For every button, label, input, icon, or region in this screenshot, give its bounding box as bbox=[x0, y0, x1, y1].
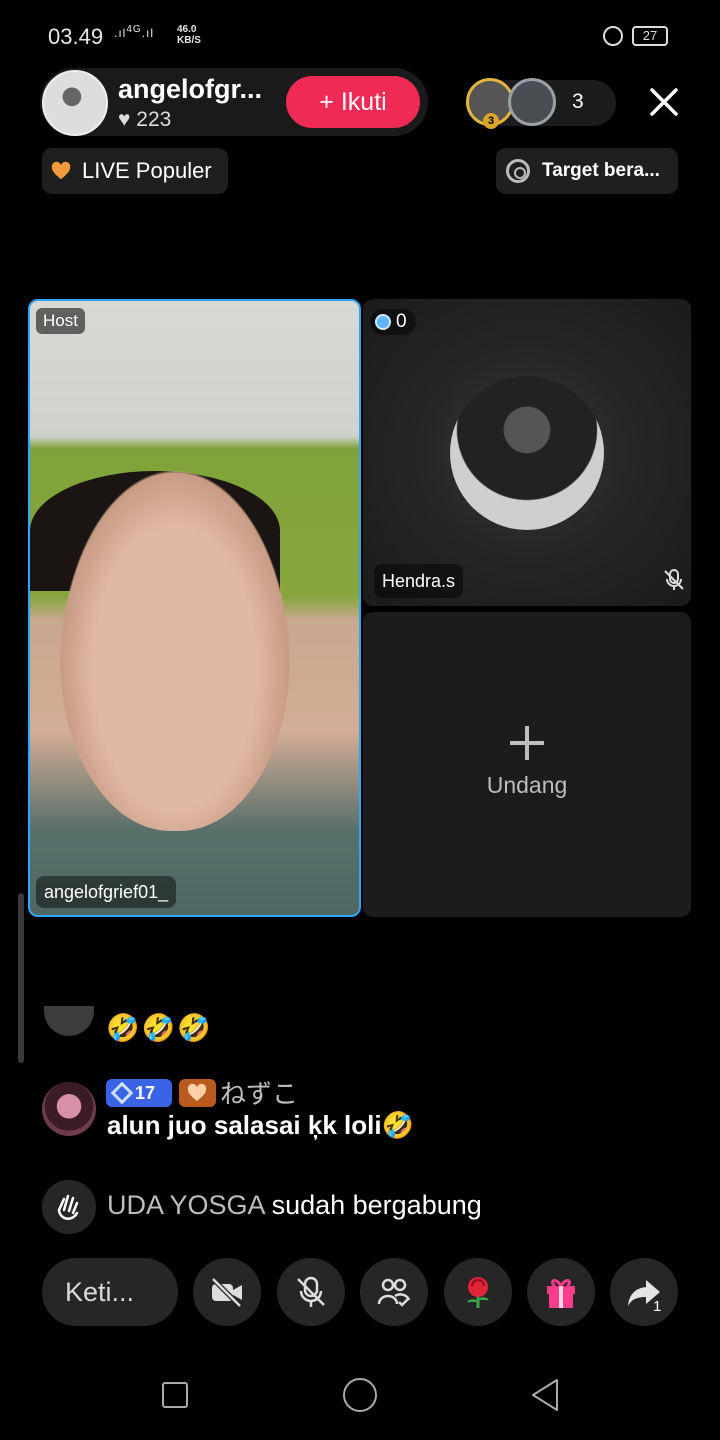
gift-button[interactable] bbox=[527, 1258, 595, 1326]
host-likes: ♥ 223 bbox=[118, 108, 172, 131]
top-viewer-avatar[interactable]: 3 bbox=[466, 78, 514, 129]
gift-icon bbox=[547, 1279, 575, 1308]
rose-gift-button[interactable] bbox=[444, 1258, 512, 1326]
video-off-icon bbox=[211, 1277, 242, 1308]
level-value: 17 bbox=[135, 1083, 156, 1103]
rose-icon bbox=[467, 1277, 489, 1308]
host-name[interactable]: angelofgr... bbox=[118, 74, 262, 105]
target-chip[interactable]: Target bera... bbox=[496, 148, 678, 194]
chat-message-text: alun juo salasai ķk loli🤣 bbox=[107, 1110, 414, 1140]
host-video-face bbox=[60, 471, 290, 831]
coin-icon bbox=[375, 314, 391, 330]
chat-scrollbar[interactable] bbox=[18, 893, 24, 1063]
network-speed: 46.0 KB/S bbox=[177, 24, 201, 46]
mic-off-button[interactable] bbox=[277, 1258, 345, 1326]
battery-icon: 27 bbox=[632, 26, 668, 46]
close-icon[interactable] bbox=[642, 80, 686, 124]
live-popular-label: LIVE Populer bbox=[82, 158, 212, 183]
target-label: Target bera... bbox=[542, 160, 660, 181]
share-count: 1 bbox=[653, 1298, 662, 1315]
previous-chat-emojis: 🤣🤣🤣 bbox=[106, 1013, 213, 1043]
video-off-button[interactable] bbox=[193, 1258, 261, 1326]
guest-coin-count: 0 bbox=[370, 309, 416, 335]
chat-username[interactable]: ねずこ bbox=[220, 1074, 298, 1111]
join-notice: UDA YOSGA sudah bergabung bbox=[107, 1190, 482, 1221]
recent-apps-button[interactable] bbox=[162, 1382, 188, 1408]
guests-button[interactable] bbox=[360, 1258, 428, 1326]
level-badge: 17 bbox=[106, 1079, 172, 1107]
host-tile-name[interactable]: angelofgrief01_ bbox=[36, 876, 177, 908]
viewer-rank-badge: 3 bbox=[483, 113, 499, 129]
guest-avatar[interactable] bbox=[450, 376, 604, 530]
plus-icon bbox=[510, 726, 544, 760]
guests-icon bbox=[377, 1278, 411, 1307]
host-video-tile[interactable] bbox=[28, 299, 361, 917]
viewer-avatar[interactable] bbox=[508, 78, 556, 126]
heart-icon bbox=[51, 161, 71, 180]
follow-button[interactable]: + Ikuti bbox=[286, 76, 420, 128]
network-speed-unit: KB/S bbox=[177, 35, 201, 46]
gem-icon bbox=[110, 1081, 134, 1105]
target-icon bbox=[506, 159, 530, 183]
network-speed-value: 46.0 bbox=[177, 24, 197, 35]
wave-hand-icon bbox=[42, 1180, 96, 1234]
host-tag: Host bbox=[36, 308, 85, 334]
join-label: sudah bergabung bbox=[264, 1190, 482, 1220]
rotation-lock-icon bbox=[603, 26, 623, 46]
signal-icon: .ıl4G.ıl bbox=[114, 24, 155, 40]
mic-off-icon bbox=[297, 1276, 325, 1307]
previous-chat-avatar bbox=[44, 1006, 94, 1036]
status-time: 03.49 bbox=[48, 24, 104, 49]
live-popular-chip[interactable]: LIVE Populer bbox=[42, 148, 228, 194]
share-button[interactable] bbox=[610, 1258, 678, 1326]
chat-user-avatar[interactable] bbox=[42, 1082, 96, 1136]
comment-input[interactable]: Keti... bbox=[42, 1258, 178, 1326]
status-bar: 03.49 .ıl4G.ıl 46.0 KB/S 27 bbox=[0, 0, 720, 72]
invite-tile[interactable] bbox=[363, 612, 691, 917]
home-button[interactable] bbox=[343, 1378, 377, 1412]
heart-icon bbox=[187, 1083, 207, 1102]
viewer-count[interactable]: 3 bbox=[572, 90, 584, 114]
fan-badge bbox=[179, 1079, 216, 1107]
invite-label[interactable]: Undang bbox=[363, 772, 691, 799]
guest-coin-value: 0 bbox=[396, 311, 407, 332]
host-avatar[interactable] bbox=[42, 70, 108, 136]
join-username[interactable]: UDA YOSGA bbox=[107, 1190, 264, 1220]
guest-tile-name[interactable]: Hendra.s bbox=[374, 564, 464, 598]
mic-muted-icon bbox=[664, 569, 684, 590]
network-type: 4G bbox=[126, 24, 142, 35]
back-button[interactable] bbox=[530, 1378, 560, 1412]
